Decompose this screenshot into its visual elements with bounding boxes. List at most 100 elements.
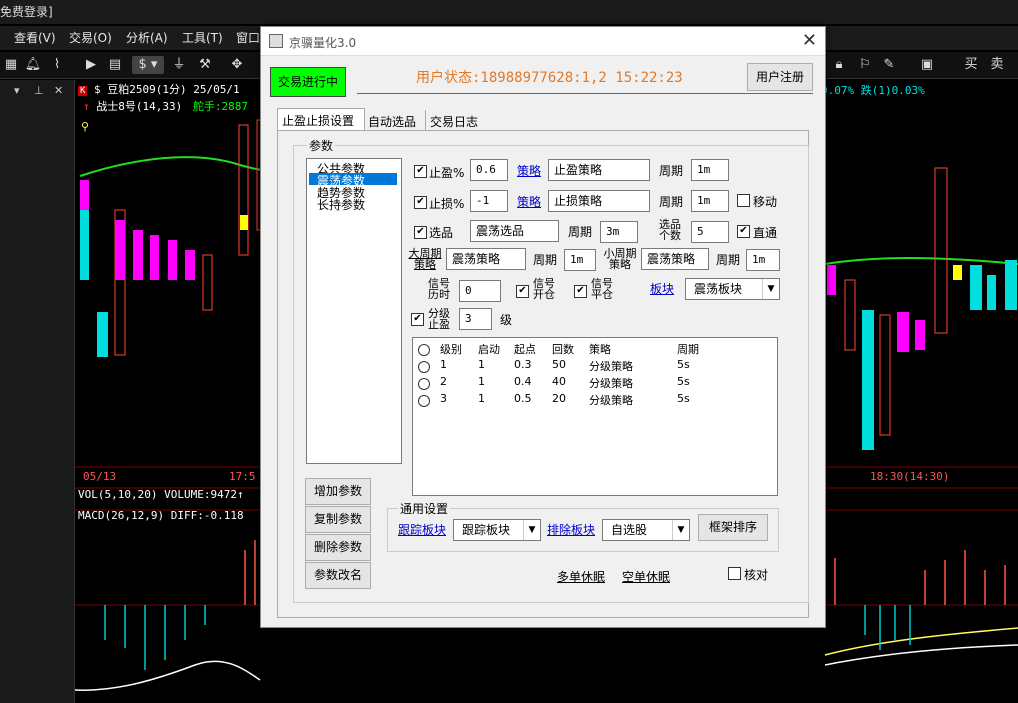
chevron-down-icon: ▼: [523, 520, 540, 540]
take-profit-strategy-link[interactable]: 策略: [517, 162, 541, 179]
search-icon: ⚲: [81, 120, 90, 133]
row-radio[interactable]: [418, 378, 430, 390]
tab-trade-log[interactable]: 交易日志: [425, 110, 486, 130]
register-button[interactable]: 用户注册: [747, 63, 813, 91]
header-radio[interactable]: [418, 344, 430, 356]
signal-duration-label: 信号 历时: [426, 278, 452, 300]
add-param-button[interactable]: 增加参数: [305, 478, 371, 505]
dollar-icon[interactable]: $ ▾: [132, 56, 164, 74]
short-rest-link[interactable]: 空单休眠: [622, 568, 670, 585]
select-input[interactable]: 震荡选品: [470, 220, 559, 242]
menu-window[interactable]: 窗口: [236, 26, 260, 50]
move-label: 移动: [753, 195, 778, 209]
copy-param-button[interactable]: 复制参数: [305, 506, 371, 533]
candle: [185, 250, 195, 280]
select-count-input[interactable]: 5: [691, 221, 729, 243]
candle: [115, 220, 125, 280]
multi-rest-link[interactable]: 多单休眠: [557, 568, 605, 585]
chevron-down-icon: ▼: [672, 520, 689, 540]
tab-label: 自动选品: [368, 115, 417, 129]
user-status-text: 用户状态:18988977628:1,2 15:22:23: [416, 70, 683, 86]
delete-param-button[interactable]: 删除参数: [305, 534, 371, 561]
frame-sort-button[interactable]: 框架排序: [698, 514, 768, 541]
lock-icon[interactable]: 🔒︎: [830, 56, 848, 74]
direct-checkbox[interactable]: ✔: [737, 225, 750, 238]
grade-stop-input[interactable]: 3: [459, 308, 492, 330]
bell-icon[interactable]: 🔔︎: [24, 56, 42, 74]
signal-close-checkbox[interactable]: ✔: [574, 285, 587, 298]
stop-loss-checkbox[interactable]: ✔: [414, 196, 427, 209]
document-icon[interactable]: ▤: [106, 56, 124, 74]
line-chart-icon[interactable]: ⌇: [48, 56, 66, 74]
menu-trade[interactable]: 交易(O): [69, 26, 112, 50]
take-profit-period-label: 周期: [659, 164, 684, 178]
table-cell: 2: [440, 375, 447, 388]
save-icon[interactable]: ▣: [918, 56, 936, 74]
exclude-sector-select[interactable]: 自选股 ▼: [602, 519, 690, 541]
select-checkbox[interactable]: ✔: [414, 226, 427, 239]
filter-icon[interactable]: ⏚: [170, 56, 188, 74]
row-radio[interactable]: [418, 361, 430, 373]
play-icon[interactable]: ▶: [82, 56, 100, 74]
pen-icon[interactable]: ✎: [880, 56, 898, 74]
pin-icon[interactable]: ⊥: [34, 84, 44, 97]
app-title-bar: 免费登录]: [0, 0, 1018, 24]
flag-icon[interactable]: ⚐: [856, 56, 874, 74]
column-header: 起点: [514, 343, 536, 356]
sector-link[interactable]: 板块: [650, 280, 674, 297]
stop-loss-period-label: 周期: [659, 195, 684, 209]
track-sector-link[interactable]: 跟踪板块: [398, 521, 446, 538]
big-period-period-input[interactable]: 1m: [564, 249, 596, 271]
stop-loss-strategy-input[interactable]: 止损策略: [548, 190, 650, 212]
candle: [844, 279, 856, 351]
sell-button[interactable]: 卖: [988, 56, 1006, 74]
track-sector-select[interactable]: 跟踪板块 ▼: [453, 519, 541, 541]
tab-stop-settings[interactable]: 止盈止损设置: [277, 108, 365, 131]
tools-icon[interactable]: ⚒: [196, 56, 214, 74]
exclude-sector-link[interactable]: 排除板块: [547, 521, 595, 538]
menu-view[interactable]: 查看(V): [14, 26, 56, 50]
row-radio[interactable]: [418, 395, 430, 407]
rename-param-button[interactable]: 参数改名: [305, 562, 371, 589]
param-list[interactable]: 公共参数 震荡参数 趋势参数 长持参数: [306, 158, 402, 464]
param-list-item[interactable]: 长持参数: [317, 196, 365, 213]
grade-table[interactable]: 级别 启动 起点 回数 策略 周期 1 1 0.3 50 分级策略 5s 2 1…: [412, 337, 778, 496]
stop-loss-period-input[interactable]: 1m: [691, 190, 729, 212]
close-icon[interactable]: ✕: [54, 84, 63, 97]
move-checkbox[interactable]: [737, 194, 750, 207]
big-period-link[interactable]: 大周期 策略: [405, 248, 445, 270]
candle: [827, 265, 836, 295]
stop-loss-strategy-link[interactable]: 策略: [517, 193, 541, 210]
chart-icon[interactable]: ▦: [2, 56, 20, 74]
collapse-icon[interactable]: ▾: [14, 84, 20, 97]
column-header: 周期: [677, 343, 699, 356]
menu-analysis[interactable]: 分析(A): [126, 26, 168, 50]
signal-open-checkbox[interactable]: ✔: [516, 285, 529, 298]
tab-auto-select[interactable]: 自动选品: [365, 110, 423, 130]
small-period-input[interactable]: 震荡策略: [641, 248, 709, 270]
table-cell: 1: [440, 358, 447, 371]
big-period-input[interactable]: 震荡策略: [446, 248, 526, 270]
date-label: 05/13: [83, 470, 117, 483]
take-profit-input[interactable]: 0.6: [470, 159, 508, 181]
right-stats: 0.07% 跌(1)0.03%: [821, 84, 925, 97]
table-cell: 分级策略: [589, 360, 633, 373]
trade-status-button[interactable]: 交易进行中: [270, 67, 346, 97]
move-icon[interactable]: ✥: [228, 56, 246, 74]
symbol-text: $ 豆粕2509(1分) 25/05/1: [94, 83, 240, 96]
close-icon[interactable]: ✕: [802, 30, 817, 51]
menu-tools[interactable]: 工具(T): [182, 26, 223, 50]
verify-checkbox[interactable]: [728, 567, 741, 580]
buy-button[interactable]: 买: [962, 56, 980, 74]
candle: [202, 254, 213, 311]
table-cell: 1: [478, 358, 485, 371]
take-profit-strategy-input[interactable]: 止盈策略: [548, 159, 650, 181]
select-period-input[interactable]: 3m: [600, 221, 638, 243]
grade-stop-checkbox[interactable]: ✔: [411, 313, 424, 326]
take-profit-period-input[interactable]: 1m: [691, 159, 729, 181]
take-profit-checkbox[interactable]: ✔: [414, 165, 427, 178]
small-period-period-input[interactable]: 1m: [746, 249, 780, 271]
stop-loss-input[interactable]: -1: [470, 190, 508, 212]
signal-duration-input[interactable]: 0: [459, 280, 501, 302]
sector-select[interactable]: 震荡板块 ▼: [685, 278, 780, 300]
